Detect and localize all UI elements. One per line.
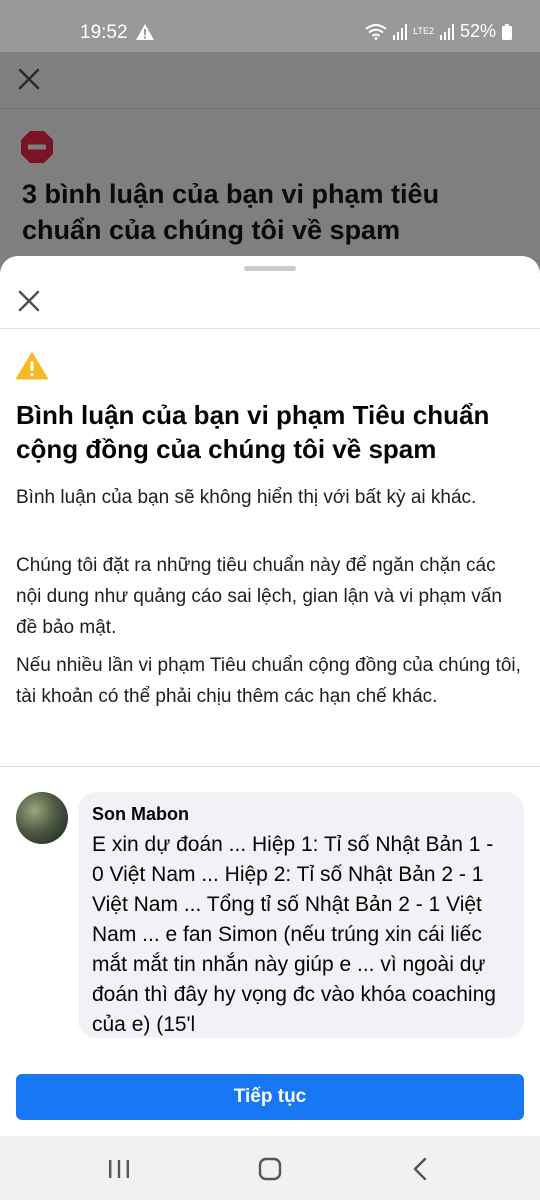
battery-percent: 52% [459, 21, 496, 41]
signal-icon [393, 23, 408, 40]
battery-icon [502, 23, 512, 40]
background-title: 3 bình luận của bạn vi phạm tiêu chuẩn c… [22, 179, 440, 245]
paragraph: Nếu nhiều lần vi phạm Tiêu chuẩn cộng đồ… [16, 655, 521, 707]
divider [0, 766, 540, 767]
sheet-title: Bình luận của bạn vi phạm Tiêu chuẩn cộn… [16, 400, 490, 464]
drag-handle[interactable] [244, 266, 296, 271]
status-time: 19:52 [80, 22, 128, 43]
comment-bubble: Son Mabon E xin dự đoán ... Hiệp 1: Tỉ s… [78, 792, 524, 1038]
signal-icon [439, 23, 454, 40]
comment-text: E xin dự đoán ... Hiệp 1: Tỉ số Nhật Bản… [92, 833, 496, 1036]
wifi-icon [365, 23, 387, 40]
close-icon[interactable] [14, 286, 44, 316]
stop-icon [21, 131, 53, 163]
alert-icon [136, 24, 154, 40]
status-bar: 19:52 LTE2 52% [0, 0, 540, 52]
network-label: LTE2 [413, 26, 434, 36]
status-right: LTE2 52% [365, 21, 512, 42]
close-icon[interactable] [14, 64, 44, 94]
recents-icon[interactable] [106, 1156, 132, 1182]
divider [0, 108, 540, 109]
paragraph: Bình luận của bạn sẽ không hiển thị với … [16, 487, 477, 508]
warning-icon [16, 352, 48, 380]
comment-author[interactable]: Son Mabon [92, 802, 510, 826]
divider [0, 328, 540, 329]
continue-button[interactable]: Tiếp tục [16, 1074, 524, 1120]
home-icon[interactable] [257, 1156, 283, 1182]
avatar [16, 792, 68, 844]
navigation-bar [0, 1136, 540, 1200]
back-icon[interactable] [408, 1156, 434, 1182]
bottom-sheet: Bình luận của bạn vi phạm Tiêu chuẩn cộn… [0, 256, 540, 1136]
paragraph: Chúng tôi đặt ra những tiêu chuẩn này để… [16, 555, 502, 638]
